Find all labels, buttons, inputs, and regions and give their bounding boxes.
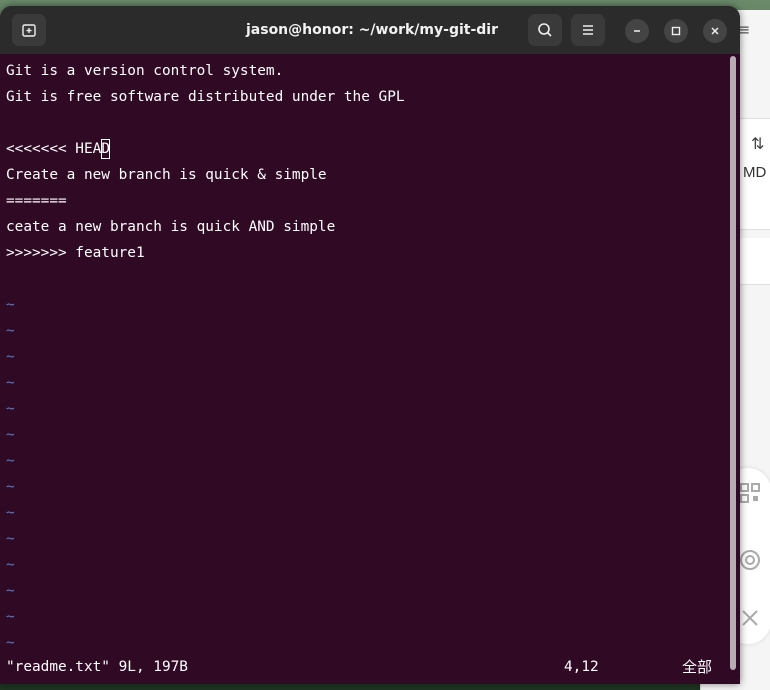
empty-line-marker: ~	[6, 297, 15, 313]
empty-line-marker: ~	[6, 375, 15, 391]
sort-icon: ⇅	[751, 134, 765, 153]
background-panel-2	[735, 238, 770, 285]
empty-line-marker: ~	[6, 401, 15, 417]
editor-line-7: ceate a new branch is quick AND simple	[6, 219, 336, 235]
search-icon	[538, 23, 552, 37]
terminal-scrollbar[interactable]	[730, 56, 736, 670]
editor-line-4: <<<<<<< HEAD	[6, 136, 110, 162]
window-title: jason@honor: ~/work/my-git-dir	[245, 22, 498, 38]
vim-cursor-position: 4,12	[564, 659, 599, 675]
maximize-button[interactable]	[664, 19, 688, 43]
empty-line-marker: ~	[6, 505, 15, 521]
empty-line-marker: ~	[6, 635, 15, 651]
title-bar: jason@honor: ~/work/my-git-dir	[0, 6, 740, 54]
empty-line-marker: ~	[6, 323, 15, 339]
hamburger-menu-icon	[583, 25, 593, 35]
menu-button[interactable]	[571, 14, 605, 46]
new-tab-icon	[22, 24, 36, 37]
vim-status-file: "readme.txt" 9L, 197B	[6, 659, 188, 675]
empty-line-marker: ~	[6, 349, 15, 365]
empty-line-marker: ~	[6, 583, 15, 599]
editor-line-2: Git is free software distributed under t…	[6, 89, 405, 105]
empty-line-marker: ~	[6, 557, 15, 573]
editor-line-6: =======	[6, 193, 67, 209]
editor-line-1: Git is a version control system.	[6, 63, 284, 79]
empty-line-marker: ~	[6, 427, 15, 443]
minimize-icon	[634, 30, 640, 32]
close-icon	[711, 27, 719, 35]
close-button[interactable]	[703, 19, 727, 43]
text-cursor: D	[101, 139, 110, 159]
empty-line-marker: ~	[6, 609, 15, 625]
maximize-icon	[671, 26, 681, 36]
empty-line-marker: ~	[6, 479, 15, 495]
vim-editor-area[interactable]: Git is a version control system. Git is …	[6, 52, 726, 672]
new-tab-button[interactable]	[12, 14, 46, 46]
support-icon[interactable]	[737, 548, 763, 574]
cursor-line-prefix: <<<<<<< HEA	[6, 141, 102, 157]
close-float-icon[interactable]	[737, 608, 763, 634]
empty-line-marker: ~	[6, 531, 15, 547]
editor-line-8: >>>>>>> feature1	[6, 245, 145, 261]
search-button[interactable]	[528, 14, 562, 46]
empty-line-marker: ~	[6, 453, 15, 469]
qr-code-icon[interactable]	[737, 482, 763, 508]
background-md-label: MD	[743, 164, 767, 181]
editor-line-5: Create a new branch is quick & simple	[6, 167, 327, 183]
vim-scroll-indicator: 全部	[682, 658, 713, 676]
minimize-button[interactable]	[625, 19, 649, 43]
